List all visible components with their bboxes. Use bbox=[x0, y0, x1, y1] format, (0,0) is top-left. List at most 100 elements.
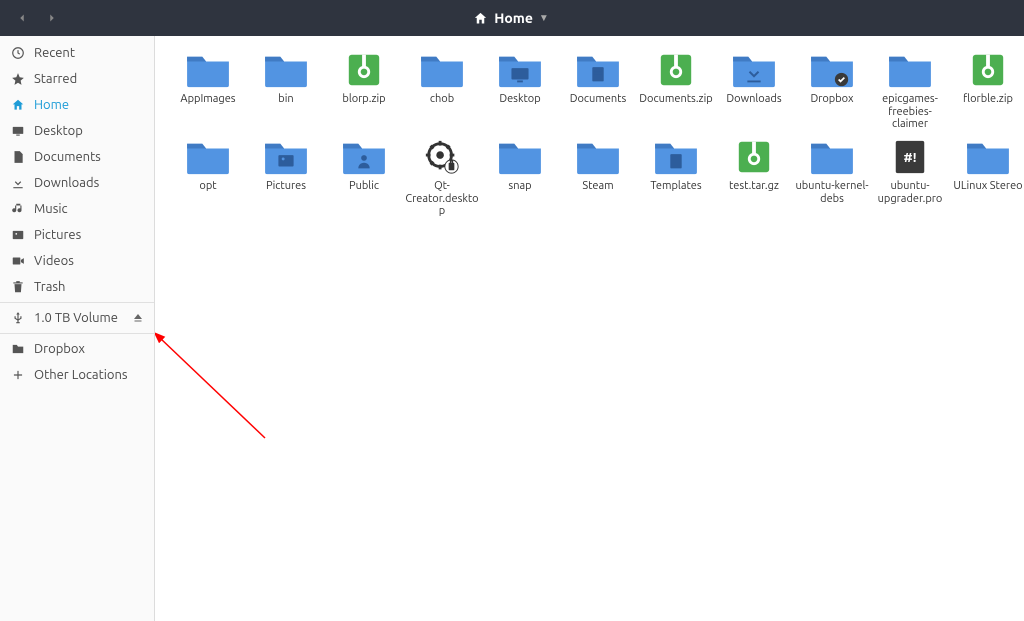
sidebar-separator bbox=[0, 302, 154, 303]
file-item[interactable]: ULinux Stereo bbox=[949, 137, 1024, 218]
file-item[interactable]: Desktop bbox=[481, 50, 559, 131]
downloads-icon bbox=[10, 176, 26, 190]
file-label: Templates bbox=[650, 180, 701, 193]
sidebar-item-trash[interactable]: Trash bbox=[0, 274, 154, 300]
sidebar-item-other-locations[interactable]: Other Locations bbox=[0, 362, 154, 388]
header-bar: Home ▼ bbox=[0, 0, 1024, 36]
sidebar: Recent Starred Home Desktop Documents bbox=[0, 36, 155, 621]
file-label: Desktop bbox=[499, 93, 540, 106]
sidebar-item-music[interactable]: Music bbox=[0, 196, 154, 222]
main-split: Recent Starred Home Desktop Documents bbox=[0, 36, 1024, 621]
file-label: Pictures bbox=[266, 180, 306, 193]
videos-icon bbox=[10, 254, 26, 268]
pictures-icon bbox=[10, 228, 26, 242]
sidebar-item-documents[interactable]: Documents bbox=[0, 144, 154, 170]
zip-icon bbox=[340, 50, 388, 90]
file-label: Documents bbox=[570, 93, 627, 106]
sidebar-item-downloads[interactable]: Downloads bbox=[0, 170, 154, 196]
sidebar-item-starred[interactable]: Starred bbox=[0, 66, 154, 92]
svg-text:#!: #! bbox=[904, 150, 917, 165]
sidebar-device-volume[interactable]: 1.0 TB Volume bbox=[0, 305, 154, 331]
sidebar-item-label: Trash bbox=[34, 280, 65, 294]
file-item[interactable]: Pictures bbox=[247, 137, 325, 218]
file-item[interactable]: Qt-Creator.desktop bbox=[403, 137, 481, 218]
trash-icon bbox=[10, 280, 26, 294]
file-item[interactable]: blorp.zip bbox=[325, 50, 403, 131]
pro-icon: #! bbox=[886, 137, 934, 177]
file-item[interactable]: ubuntu-kernel-debs bbox=[793, 137, 871, 218]
folder-downloads-icon bbox=[730, 50, 778, 90]
file-item[interactable]: Templates bbox=[637, 137, 715, 218]
file-label: Qt-Creator.desktop bbox=[404, 180, 480, 218]
chevron-down-icon: ▼ bbox=[539, 12, 549, 24]
folder-icon bbox=[496, 137, 544, 177]
folder-icon bbox=[808, 137, 856, 177]
folder-icon bbox=[184, 50, 232, 90]
folder-icon bbox=[10, 342, 26, 356]
sidebar-item-label: Documents bbox=[34, 150, 101, 164]
file-item[interactable]: Public bbox=[325, 137, 403, 218]
file-item[interactable]: epicgames-freebies-claimer bbox=[871, 50, 949, 131]
file-label: Downloads bbox=[726, 93, 781, 106]
sidebar-item-label: Desktop bbox=[34, 124, 83, 138]
eject-button[interactable] bbox=[132, 312, 144, 324]
location-title[interactable]: Home ▼ bbox=[66, 10, 956, 26]
folder-icon bbox=[418, 50, 466, 90]
arrow-left-icon bbox=[15, 11, 29, 25]
file-item[interactable]: Dropbox bbox=[793, 50, 871, 131]
file-grid: AppImages bin blorp.zip chob Desktop Doc… bbox=[169, 50, 1010, 218]
desktop-file-icon bbox=[418, 137, 466, 177]
sidebar-item-pictures[interactable]: Pictures bbox=[0, 222, 154, 248]
sidebar-item-label: Recent bbox=[34, 46, 75, 60]
folder-icon bbox=[184, 137, 232, 177]
plus-icon bbox=[10, 368, 26, 382]
folder-pictures-icon bbox=[262, 137, 310, 177]
sidebar-item-label: Home bbox=[34, 98, 69, 112]
file-item[interactable]: opt bbox=[169, 137, 247, 218]
sidebar-item-desktop[interactable]: Desktop bbox=[0, 118, 154, 144]
sidebar-item-label: Videos bbox=[34, 254, 74, 268]
folder-desktop-icon bbox=[496, 50, 544, 90]
file-label: blorp.zip bbox=[342, 93, 385, 106]
file-item[interactable]: Steam bbox=[559, 137, 637, 218]
sidebar-item-videos[interactable]: Videos bbox=[0, 248, 154, 274]
file-item[interactable]: bin bbox=[247, 50, 325, 131]
file-label: chob bbox=[430, 93, 454, 106]
sidebar-item-label: Music bbox=[34, 202, 68, 216]
file-item[interactable]: AppImages bbox=[169, 50, 247, 131]
documents-icon bbox=[10, 150, 26, 164]
file-view[interactable]: AppImages bin blorp.zip chob Desktop Doc… bbox=[155, 36, 1024, 621]
file-item[interactable]: #! ubuntu-upgrader.pro bbox=[871, 137, 949, 218]
zip-icon bbox=[964, 50, 1012, 90]
folder-public-icon bbox=[340, 137, 388, 177]
file-label: Dropbox bbox=[810, 93, 853, 106]
arrow-right-icon bbox=[45, 11, 59, 25]
file-item[interactable]: florble.zip bbox=[949, 50, 1024, 131]
star-icon bbox=[10, 72, 26, 86]
folder-documents-icon bbox=[574, 50, 622, 90]
sidebar-item-home[interactable]: Home bbox=[0, 92, 154, 118]
file-item[interactable]: test.tar.gz bbox=[715, 137, 793, 218]
forward-button[interactable] bbox=[38, 4, 66, 32]
folder-icon bbox=[964, 137, 1012, 177]
home-icon bbox=[10, 98, 26, 112]
file-label: opt bbox=[199, 180, 216, 193]
file-label: bin bbox=[278, 93, 293, 106]
usb-icon bbox=[10, 311, 26, 325]
file-item[interactable]: Documents bbox=[559, 50, 637, 131]
sidebar-item-dropbox[interactable]: Dropbox bbox=[0, 336, 154, 362]
file-item[interactable]: chob bbox=[403, 50, 481, 131]
sidebar-item-recent[interactable]: Recent bbox=[0, 40, 154, 66]
file-label: Steam bbox=[582, 180, 613, 193]
music-icon bbox=[10, 202, 26, 216]
sidebar-separator bbox=[0, 333, 154, 334]
file-item[interactable]: Downloads bbox=[715, 50, 793, 131]
folder-templates-icon bbox=[652, 137, 700, 177]
file-item[interactable]: snap bbox=[481, 137, 559, 218]
sidebar-item-label: 1.0 TB Volume bbox=[34, 311, 118, 325]
back-button[interactable] bbox=[8, 4, 36, 32]
folder-icon bbox=[886, 50, 934, 90]
nav-button-group bbox=[8, 4, 66, 32]
file-item[interactable]: Documents.zip bbox=[637, 50, 715, 131]
file-label: AppImages bbox=[180, 93, 235, 106]
